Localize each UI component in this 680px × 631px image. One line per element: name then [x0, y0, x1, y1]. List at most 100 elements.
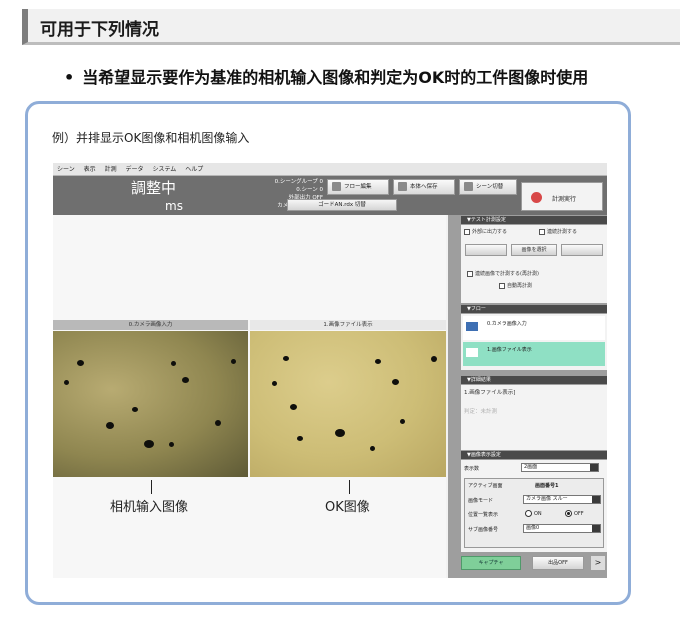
more-arrow-icon[interactable]: >: [591, 556, 605, 570]
position-list-on-radio[interactable]: ON: [525, 510, 542, 517]
flow-header: ▼フロー: [461, 305, 607, 313]
continuous-label: 連続計測する: [547, 229, 578, 235]
display-settings-section: 表示数 2画面 アクティブ画面 画面番号1 画像モード カメラ画像 スルー 位置…: [461, 460, 607, 552]
workpiece-spot: [400, 419, 405, 424]
flow-edit-button[interactable]: フロー編集: [327, 179, 389, 195]
output-off-button[interactable]: 出品OFF: [532, 556, 584, 570]
ok-image[interactable]: [250, 331, 446, 477]
file-display-icon: [466, 348, 478, 357]
camera-input-image[interactable]: [53, 331, 248, 477]
image-mode-select[interactable]: カメラ画像 スルー: [523, 495, 601, 504]
info-scene-group: 0.シーングループ 0: [274, 179, 323, 185]
file-image-caption: 1.画像ファイル表示: [250, 320, 446, 330]
radio-on-label: ON: [534, 511, 542, 517]
workpiece-spot: [431, 356, 437, 362]
flow-item-label: 0.カメラ画像入力: [487, 321, 527, 327]
workpiece-spot: [297, 436, 303, 441]
auto-remeasure-label: 自動再計測: [507, 283, 533, 289]
run-label: 計測実行: [552, 196, 577, 203]
toolbar-band: 調整中 ms 0.シーングループ 0 0.シーン 0 外部出力 OFF カメラ画…: [53, 176, 607, 215]
output-external-label: 外部に出力する: [472, 229, 508, 235]
workpiece-spot: [392, 379, 399, 385]
active-screen-label: アクティブ画面: [468, 483, 503, 489]
prev-image-button[interactable]: [465, 244, 507, 256]
workpiece-spot: [335, 429, 345, 437]
image-area: 0.カメラ画像入力 1.画像ファイル表示 相机输入图像 OK图像: [53, 215, 446, 578]
menu-help[interactable]: ヘルプ: [185, 166, 203, 173]
save-icon: [398, 182, 407, 191]
select-image-button[interactable]: 画像を選択: [511, 244, 557, 256]
radio-circle: [525, 510, 532, 517]
repeat-select-checkbox[interactable]: 連続画像で計測する(再計測): [467, 270, 539, 277]
detail-result-header: ▼詳細結果: [461, 376, 607, 384]
flow-item-label: 1.画像ファイル表示: [487, 347, 532, 353]
sub-image-select[interactable]: 画像0: [523, 524, 601, 533]
workpiece-spot: [106, 422, 114, 429]
menu-system[interactable]: システム: [152, 166, 176, 173]
time-unit: ms: [165, 199, 183, 213]
screen-count-label: 表示数: [464, 466, 480, 472]
detail-result-section: 1.画像ファイル表示] 判定：未計測: [461, 385, 607, 450]
sub-image-value: 画像0: [526, 525, 540, 531]
menu-bar: シーン 表示 計測 データ システム ヘルプ: [53, 163, 607, 176]
checkbox-box: [499, 282, 505, 289]
image-mode-label: 画像モード: [468, 498, 494, 504]
bullet-line: • 当希望显示要作为基准的相机输入图像和判定为OK时的工件图像时使用: [64, 64, 588, 88]
section-header: 可用于下列情况: [22, 9, 680, 45]
screen-count-select[interactable]: 2画面: [521, 463, 599, 472]
chevron-down-icon: [590, 464, 598, 471]
chevron-down-icon: [592, 525, 600, 532]
camera-input-icon: [466, 322, 478, 331]
example-frame: 例）并排显示OK图像和相机图像输入 シーン 表示 計測 データ システム ヘルプ…: [25, 101, 631, 605]
scene-switch-button[interactable]: シーン切替: [459, 179, 517, 195]
ok-image-label: OK图像: [325, 500, 370, 515]
workpiece-spot: [370, 446, 375, 451]
menu-measure[interactable]: 計測: [105, 166, 117, 173]
workpiece-spot: [182, 377, 189, 383]
detail-title: 1.画像ファイル表示]: [464, 390, 516, 396]
flow-section: 0.カメラ画像入力 1.画像ファイル表示: [461, 314, 607, 370]
flow-edit-label: フロー編集: [344, 184, 372, 190]
workpiece-spot: [272, 381, 277, 386]
scene-switch-icon: [464, 182, 473, 191]
test-settings-section: 外部に出力する 連続計測する 画像を選択 連続画像で計測する(再計測) 自動再計…: [461, 225, 607, 303]
save-label: 本体へ保存: [410, 184, 438, 190]
menu-scene[interactable]: シーン: [57, 166, 75, 173]
flow-item-camera-input[interactable]: 0.カメラ画像入力: [463, 316, 605, 340]
sub-image-label: サブ画像番号: [468, 527, 499, 533]
scene-switch-label: シーン切替: [476, 184, 504, 190]
workpiece-spot: [77, 360, 84, 366]
test-settings-header: ▼テスト計測設定: [461, 216, 607, 224]
info-scene: 0.シーン 0: [296, 187, 323, 193]
checkbox-box: [467, 270, 473, 277]
camera-image-caption: 0.カメラ画像入力: [53, 320, 248, 330]
settings-panel: ▼テスト計測設定 外部に出力する 連続計測する 画像を選択 連続画像で計測する(…: [448, 215, 607, 578]
workpiece-spot: [231, 359, 236, 364]
radio-circle-selected: [565, 510, 572, 517]
flow-item-file-display[interactable]: 1.画像ファイル表示: [463, 342, 605, 366]
workpiece-spot: [215, 420, 221, 426]
menu-data[interactable]: データ: [126, 166, 144, 173]
position-list-off-radio[interactable]: OFF: [565, 510, 584, 517]
screen-count-value: 2画面: [524, 464, 538, 470]
bullet-dot: •: [64, 68, 75, 87]
workpiece-spot: [290, 404, 297, 410]
save-button[interactable]: 本体へ保存: [393, 179, 455, 195]
display-settings-header: ▼画像表示設定: [461, 451, 607, 459]
repeat-select-label: 連続画像で計測する(再計測): [475, 271, 539, 277]
run-measure-button[interactable]: 計測実行: [521, 182, 603, 211]
checkbox-box: [539, 228, 545, 235]
menu-display[interactable]: 表示: [84, 166, 96, 173]
continuous-checkbox[interactable]: 連続計測する: [539, 228, 577, 235]
workpiece-spot: [169, 442, 174, 447]
detail-judgement: 判定：未計測: [464, 409, 498, 415]
flow-edit-icon: [332, 182, 341, 191]
bullet-text: 当希望显示要作为基准的相机输入图像和判定为OK时的工件图像时使用: [82, 68, 589, 87]
app-screenshot: シーン 表示 計測 データ システム ヘルプ 調整中 ms 0.シーングループ …: [53, 163, 607, 578]
camera-label-line: [151, 480, 152, 494]
thru-switch-button[interactable]: ゴードAN.rdx 切替: [287, 199, 397, 211]
next-image-button[interactable]: [561, 244, 603, 256]
capture-button[interactable]: キャプチャ: [461, 556, 521, 570]
auto-remeasure-checkbox[interactable]: 自動再計測: [499, 282, 532, 289]
output-external-checkbox[interactable]: 外部に出力する: [464, 228, 507, 235]
